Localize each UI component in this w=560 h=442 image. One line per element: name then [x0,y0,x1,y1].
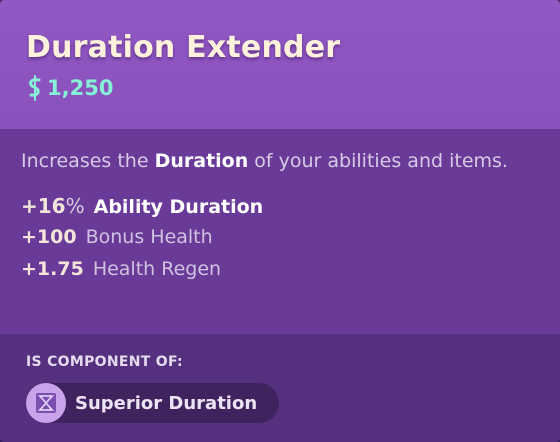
component-of-heading: IS COMPONENT OF: [26,354,183,370]
item-tooltip: Duration Extender 1,250 Increases the Du… [0,0,560,442]
stat-label: Health Regen [92,258,222,280]
price-value: 1,250 [47,76,114,100]
tooltip-header: Duration Extender 1,250 [0,0,560,129]
hourglass-glyph [36,393,56,413]
stat-value: +16% [21,194,85,218]
description-keyword: Duration [154,150,249,172]
stat-number: +16 [21,194,66,218]
tooltip-footer: IS COMPONENT OF: Superior Duration [0,334,560,442]
component-item-superior-duration[interactable]: Superior Duration [26,383,280,423]
souls-currency-icon [29,75,41,101]
stat-value: +100 [21,226,77,248]
stat-ability-duration: +16% Ability Duration [21,194,539,226]
description-suffix: of your abilities and items. [248,150,508,172]
stat-label: Bonus Health [85,226,213,248]
stat-label: Ability Duration [93,196,264,218]
stat-list: +16% Ability Duration +100 Bonus Health … [21,194,539,290]
item-price: 1,250 [26,74,534,102]
stat-health-regen: +1.75 Health Regen [21,258,539,290]
item-description: Increases the Duration of your abilities… [21,145,539,177]
stat-value: +1.75 [21,258,84,280]
stat-bonus-health: +100 Bonus Health [21,226,539,258]
component-item-label: Superior Duration [75,392,258,414]
item-title: Duration Extender [26,30,341,65]
superior-duration-icon [26,383,66,423]
stat-unit: % [65,194,85,218]
description-prefix: Increases the [21,150,155,172]
tooltip-body: Increases the Duration of your abilities… [0,129,560,334]
